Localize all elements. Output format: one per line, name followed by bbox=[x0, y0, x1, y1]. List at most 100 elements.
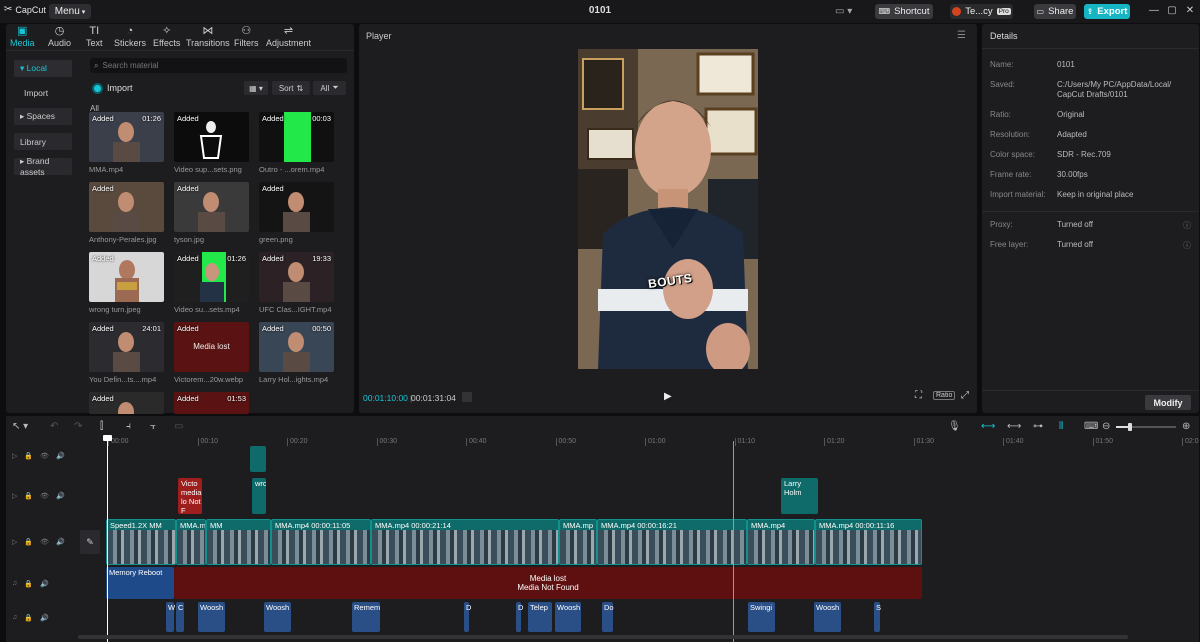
linkage-icon[interactable]: ⊶ bbox=[1033, 421, 1043, 432]
overlay-clip[interactable]: Victo media lo Not F bbox=[178, 478, 202, 514]
volume-icon[interactable]: 🔊 bbox=[56, 492, 65, 500]
ratio-button[interactable]: Ratio bbox=[933, 391, 956, 400]
audio-clip[interactable]: Woosh bbox=[198, 602, 225, 632]
media-thumbnail[interactable]: Added bbox=[259, 182, 334, 232]
time-ruler[interactable]: 00:00 00:10 00:20 00:30 00:40 00:50 01:00 01:10… bbox=[106, 438, 1199, 448]
zoom-out-icon[interactable]: ⊖ bbox=[1102, 421, 1110, 432]
tab-effects[interactable]: ✧ Effects bbox=[153, 24, 180, 49]
split-left-icon[interactable]: ⫞ bbox=[126, 421, 131, 432]
audio-clip[interactable]: Telep bbox=[528, 602, 552, 632]
fit-screen-icon[interactable]: ⛶ bbox=[915, 390, 922, 401]
track-visibility-icon[interactable]: ▷ bbox=[12, 538, 17, 546]
layout-icon[interactable]: ▭ ▾ bbox=[835, 6, 852, 17]
track-visibility-icon[interactable]: ▷ bbox=[12, 492, 17, 500]
audio-clip[interactable]: Woosh bbox=[264, 602, 291, 632]
media-thumbnail[interactable]: Added bbox=[89, 182, 164, 232]
split-right-icon[interactable]: ⫟ bbox=[150, 421, 156, 432]
modify-button[interactable]: Modify bbox=[1145, 395, 1191, 410]
lock-icon[interactable]: 🔒 bbox=[24, 538, 33, 546]
audio-clip[interactable]: D bbox=[464, 602, 471, 632]
volume-icon[interactable]: 🔊 bbox=[56, 452, 65, 460]
zoom-slider[interactable] bbox=[1116, 423, 1176, 431]
video-clip[interactable]: MMA.mp bbox=[559, 519, 597, 565]
tab-stickers[interactable]: ◔ Stickers bbox=[114, 24, 146, 49]
media-thumbnail[interactable]: Added 00:50 bbox=[259, 322, 334, 372]
edit-cover-button[interactable]: ✎ bbox=[80, 530, 100, 554]
maximize-icon[interactable]: ▢ bbox=[1166, 5, 1178, 17]
lock-icon[interactable]: 🔒 bbox=[24, 492, 33, 500]
team-button[interactable]: Te...cy Pro bbox=[950, 4, 1013, 19]
tab-audio[interactable]: ◷ Audio bbox=[48, 24, 71, 49]
tab-adjustment[interactable]: ⇌ Adjustment bbox=[266, 24, 311, 49]
audio-clip[interactable]: Swingi bbox=[748, 602, 775, 632]
info-icon[interactable]: ⓘ bbox=[1183, 240, 1191, 251]
audio-track-icon[interactable]: ♫ bbox=[12, 580, 17, 588]
video-clip[interactable]: MM bbox=[206, 519, 271, 565]
playhead[interactable] bbox=[107, 436, 108, 642]
video-clip[interactable]: MMA.mp4 00:00:11:05 bbox=[271, 519, 371, 565]
media-thumbnail[interactable]: Added 01:53 bbox=[174, 392, 249, 414]
auto-snap-icon[interactable]: ⟷ bbox=[1007, 421, 1021, 432]
audio-clip[interactable]: Remem bbox=[352, 602, 380, 632]
select-tool-icon[interactable]: ↖ ▾ bbox=[12, 421, 28, 432]
preview-axis-icon[interactable]: ⫴ bbox=[1059, 421, 1063, 432]
media-thumbnail[interactable]: Added 01:26 bbox=[174, 252, 249, 302]
fullscreen-icon[interactable]: ⤢ bbox=[961, 390, 969, 401]
audio-clip[interactable]: C bbox=[176, 602, 184, 632]
filter-all-button[interactable]: All ⏷ bbox=[313, 81, 346, 95]
sidebar-item-import[interactable]: Import bbox=[14, 84, 72, 101]
menu-icon[interactable]: ☰ bbox=[957, 30, 966, 41]
timecode-toggle-icon[interactable] bbox=[462, 392, 472, 402]
overlay-clip[interactable]: wro bbox=[252, 478, 266, 514]
audio-clip-memory-reboot[interactable]: Memory Reboot bbox=[106, 567, 174, 599]
sidebar-item-local[interactable]: ▾ Local bbox=[14, 60, 72, 77]
microphone-icon[interactable]: 🎙 bbox=[948, 421, 961, 432]
tab-media[interactable]: ▣ Media bbox=[10, 24, 35, 49]
import-button[interactable]: Import bbox=[94, 83, 133, 93]
menu-button[interactable]: Menu ▾ bbox=[49, 4, 91, 19]
overlay-clip[interactable] bbox=[250, 446, 266, 472]
sidebar-item-spaces[interactable]: ▸ Spaces bbox=[14, 108, 72, 125]
overlay-clip[interactable]: Larry Holm bbox=[781, 478, 818, 514]
media-thumbnail[interactable]: Added bbox=[89, 252, 164, 302]
caption-icon[interactable]: ⌨ bbox=[1084, 421, 1098, 432]
eye-icon[interactable]: 👁 bbox=[40, 492, 49, 500]
tab-transitions[interactable]: ⋈ Transitions bbox=[186, 24, 230, 49]
timeline-scrollbar[interactable] bbox=[78, 635, 1128, 639]
volume-icon[interactable]: 🔊 bbox=[40, 614, 49, 622]
media-thumbnail[interactable]: Added 19:33 bbox=[259, 252, 334, 302]
media-thumbnail[interactable]: Added bbox=[174, 112, 249, 162]
media-thumbnail[interactable]: Added 24:01 bbox=[89, 322, 164, 372]
audio-clip[interactable]: Do bbox=[602, 602, 614, 632]
info-icon[interactable]: ⓘ bbox=[1183, 220, 1191, 231]
video-clip[interactable]: Speed1.2X MM bbox=[106, 519, 176, 565]
play-icon[interactable]: ▶ bbox=[664, 391, 672, 402]
audio-clip[interactable]: S bbox=[874, 602, 881, 632]
audio-track-icon[interactable]: ♫ bbox=[12, 614, 17, 622]
tab-filters[interactable]: ⚇ Filters bbox=[234, 24, 259, 49]
video-clip[interactable]: MMA.mp4 bbox=[747, 519, 815, 565]
eye-icon[interactable]: 👁 bbox=[40, 452, 49, 460]
video-preview[interactable]: BOUTS bbox=[578, 49, 758, 369]
search-input[interactable]: ⌕ Search material bbox=[90, 58, 347, 73]
audio-clip[interactable]: W bbox=[166, 602, 175, 632]
view-toggle-button[interactable]: ▦ ▾ bbox=[244, 81, 268, 95]
media-thumbnail[interactable]: Added bbox=[89, 392, 164, 414]
shortcut-button[interactable]: ⌨ Shortcut bbox=[875, 4, 933, 19]
media-thumbnail[interactable]: Added bbox=[174, 182, 249, 232]
video-clip[interactable]: MMA.mp4 bbox=[176, 519, 206, 565]
sidebar-item-library[interactable]: Library bbox=[14, 133, 72, 150]
zoom-in-icon[interactable]: ⊕ bbox=[1182, 421, 1190, 432]
delete-icon[interactable]: ▭ bbox=[174, 421, 183, 432]
audio-clip[interactable]: D bbox=[516, 602, 523, 632]
eye-icon[interactable]: 👁 bbox=[40, 538, 49, 546]
video-clip[interactable]: MMA.mp4 00:00:11:16 bbox=[815, 519, 922, 565]
media-thumbnail[interactable]: Added Media lost bbox=[174, 322, 249, 372]
lock-icon[interactable]: 🔒 bbox=[24, 580, 33, 588]
track-visibility-icon[interactable]: ▷ bbox=[12, 452, 17, 460]
audio-clip[interactable]: Woosh bbox=[555, 602, 581, 632]
volume-icon[interactable]: 🔊 bbox=[56, 538, 65, 546]
lock-icon[interactable]: 🔒 bbox=[24, 614, 33, 622]
redo-icon[interactable]: ↷ bbox=[74, 421, 82, 432]
share-button[interactable]: ▭ Share bbox=[1034, 4, 1076, 19]
